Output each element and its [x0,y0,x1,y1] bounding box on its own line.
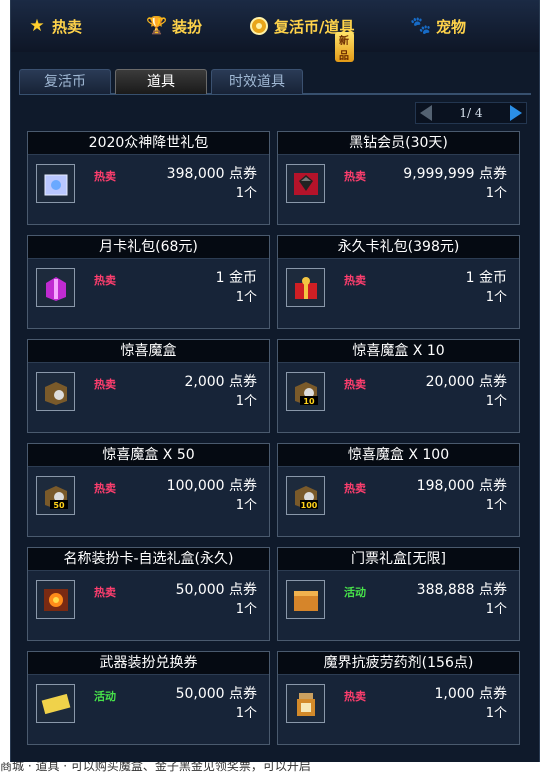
item-title: 月卡礼包(68元) [28,236,269,259]
tab-label: 热卖 [52,17,83,36]
voucher-icon [36,684,75,723]
item-price: 100,000 点券 [166,478,257,494]
item-card[interactable]: 2020众神降世礼包热卖 398,000 点券 1个 [27,131,270,225]
prev-page-icon[interactable] [420,105,432,121]
item-price: 1 金币 [465,270,507,286]
footer-caption: 商城 · 道具 · 可以购买魔盒、金子黑金见领奖票，可以开启 [0,762,311,773]
top-nav: ★ 热卖 🏆 装扮 复活币/道具 新品 🐾 宠物 [11,0,539,62]
shop-window: ★ 热卖 🏆 装扮 复活币/道具 新品 🐾 宠物 复活币 道具 时效道具 1/ … [10,0,540,762]
item-card[interactable]: 魔界抗疲劳药剂(156点) 热卖 1,000 点券 1个 [277,651,520,745]
ticket-box-icon [286,580,325,619]
item-card[interactable]: 黑钻会员(30天) 热卖 9,999,999 点券 1个 [277,131,520,225]
item-card[interactable]: 惊喜魔盒热卖 2,000 点券 1个 [27,339,270,433]
coin-icon [249,16,269,36]
status-badge: 热卖 [94,274,116,287]
magic-box-100-icon: 100 [286,476,325,515]
item-price: 198,000 点券 [416,478,507,494]
status-badge: 活动 [94,690,116,703]
black-diamond-icon [286,164,325,203]
item-price: 1,000 点券 [434,686,507,702]
magic-box-10-icon: 10 [286,372,325,411]
item-quantity: 1个 [235,290,257,305]
next-page-icon[interactable] [509,105,522,121]
item-card[interactable]: 惊喜魔盒 X 10 10 热卖 20,000 点券 1个 [277,339,520,433]
page-indicator: 1/ 4 [459,106,483,120]
item-title: 惊喜魔盒 [28,340,269,363]
item-title: 门票礼盒[无限] [278,548,519,571]
subtab-items[interactable]: 道具 [115,69,207,94]
tab-label: 宠物 [436,17,467,36]
status-badge: 热卖 [344,170,366,183]
item-title: 惊喜魔盒 X 100 [278,444,519,467]
item-card[interactable]: 名称装扮卡-自选礼盒(永久) 热卖 50,000 点券 1个 [27,547,270,641]
subtab-timed-items[interactable]: 时效道具 [211,69,303,94]
purple-gift-icon [36,268,75,307]
status-badge: 热卖 [94,170,116,183]
star-icon: ★ [29,16,45,36]
tab-revive-items[interactable]: 复活币/道具 新品 [249,12,355,62]
trophy-icon: 🏆 [146,16,168,36]
item-quantity: 1个 [485,290,507,305]
tab-pet[interactable]: 🐾 宠物 [410,12,467,40]
gift-box-icon [36,164,75,203]
flower-card-icon [36,580,75,619]
red-gift-icon [286,268,325,307]
sub-tabs: 复活币 道具 时效道具 [19,69,531,95]
status-badge: 热卖 [94,378,116,391]
status-badge: 热卖 [94,482,116,495]
status-badge: 热卖 [344,378,366,391]
item-quantity: 1个 [235,498,257,513]
item-price: 9,999,999 点券 [403,166,507,182]
item-quantity: 1个 [485,706,507,721]
status-badge: 热卖 [344,482,366,495]
item-title: 武器装扮兑换券 [28,652,269,675]
status-badge: 热卖 [344,274,366,287]
tab-label: 装扮 [172,17,203,36]
item-quantity: 1个 [485,394,507,409]
item-price: 398,000 点券 [166,166,257,182]
item-card[interactable]: 惊喜魔盒 X 50 50 热卖 100,000 点券 1个 [27,443,270,537]
pager: 1/ 4 [415,102,527,124]
magic-box-50-icon: 50 [36,476,75,515]
item-price: 50,000 点券 [175,686,257,702]
item-title: 惊喜魔盒 X 50 [28,444,269,467]
status-badge: 活动 [344,586,366,599]
item-quantity: 1个 [235,706,257,721]
item-title: 2020众神降世礼包 [28,132,269,155]
item-price: 20,000 点券 [425,374,507,390]
svg-text:10: 10 [303,397,315,406]
item-title: 惊喜魔盒 X 10 [278,340,519,363]
item-price: 1 金币 [215,270,257,286]
status-badge: 热卖 [94,586,116,599]
new-badge: 新品 [335,32,355,62]
status-badge: 热卖 [344,690,366,703]
item-card[interactable]: 永久卡礼包(398元) 热卖 1 金币 1个 [277,235,520,329]
item-card[interactable]: 月卡礼包(68元) 热卖 1 金币 1个 [27,235,270,329]
item-quantity: 1个 [235,602,257,617]
item-price: 50,000 点券 [175,582,257,598]
item-title: 永久卡礼包(398元) [278,236,519,259]
item-price: 2,000 点券 [184,374,257,390]
item-card[interactable]: 门票礼盒[无限] 活动 388,888 点券 1个 [277,547,520,641]
svg-text:50: 50 [53,501,65,510]
item-quantity: 1个 [235,186,257,201]
tab-hot[interactable]: ★ 热卖 [27,12,82,40]
item-quantity: 1个 [485,186,507,201]
item-price: 388,888 点券 [416,582,507,598]
magic-box-icon [36,372,75,411]
item-title: 魔界抗疲劳药剂(156点) [278,652,519,675]
paw-icon: 🐾 [410,16,432,36]
svg-text:100: 100 [300,501,317,510]
item-quantity: 1个 [485,602,507,617]
subtab-revive-coin[interactable]: 复活币 [19,69,111,94]
item-quantity: 1个 [485,498,507,513]
item-title: 名称装扮卡-自选礼盒(永久) [28,548,269,571]
item-title: 黑钻会员(30天) [278,132,519,155]
item-card[interactable]: 武器装扮兑换券活动 50,000 点券 1个 [27,651,270,745]
item-quantity: 1个 [235,394,257,409]
tab-costume[interactable]: 🏆 装扮 [146,12,203,40]
item-card[interactable]: 惊喜魔盒 X 100 100 热卖 198,000 点券 1个 [277,443,520,537]
potion-icon [286,684,325,723]
